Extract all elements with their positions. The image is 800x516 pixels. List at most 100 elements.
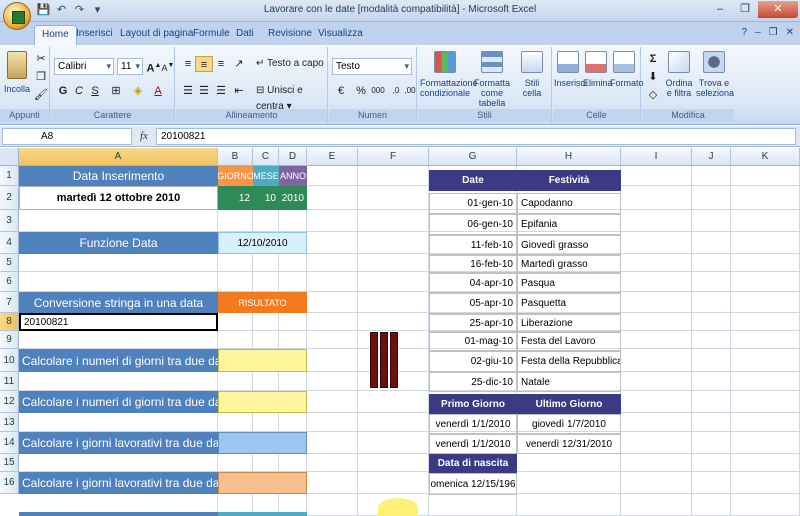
paste-button[interactable]: Incolla xyxy=(4,51,30,94)
row-header-4[interactable]: 4 xyxy=(0,232,19,254)
cell-b4[interactable]: 12/10/2010 xyxy=(218,232,307,254)
tab-visualizza[interactable]: Visualizza xyxy=(318,25,363,45)
cell-b17[interactable] xyxy=(218,512,307,516)
cell-styles-button[interactable]: Stili cella xyxy=(516,51,548,98)
cell-c1[interactable]: MESE xyxy=(253,166,279,186)
row-header-16[interactable]: 16 xyxy=(0,472,19,494)
column-header-b[interactable]: B xyxy=(218,148,253,166)
first-day-value-2[interactable]: venerdì 1/1/2010 xyxy=(429,434,517,454)
row-header-6[interactable]: 6 xyxy=(0,272,19,292)
row-header-15[interactable]: 15 xyxy=(0,454,19,472)
column-header-f[interactable]: F xyxy=(358,148,429,166)
cell-a8-selected[interactable]: 20100821 xyxy=(19,313,218,331)
row-header-12[interactable]: 12 xyxy=(0,391,19,413)
cell-b16[interactable] xyxy=(218,472,307,494)
cell-b12[interactable] xyxy=(218,391,307,413)
holiday-name-cell[interactable]: Festa della Repubblica xyxy=(517,351,621,372)
holiday-date-cell[interactable]: 01-mag-10 xyxy=(429,332,517,351)
tab-home[interactable]: Home xyxy=(34,25,77,45)
clear-icon[interactable]: ◇ xyxy=(644,87,662,103)
cut-icon[interactable]: ✂ xyxy=(32,51,50,67)
holiday-name-cell[interactable]: Capodanno xyxy=(517,193,621,214)
cell-a7[interactable]: Conversione stringa in una data xyxy=(19,292,218,313)
cell-a10[interactable]: Calcolare i numeri di giorni tra due dat… xyxy=(19,349,218,372)
cell-b14[interactable] xyxy=(218,432,307,454)
cell-d1[interactable]: ANNO xyxy=(279,166,307,186)
column-header-c[interactable]: C xyxy=(253,148,279,166)
orientation-icon[interactable]: ↗ xyxy=(230,56,248,72)
cell-b1[interactable]: GIORNO xyxy=(218,166,253,186)
align-right-icon[interactable]: ☰ xyxy=(212,83,230,99)
column-header-h[interactable]: H xyxy=(517,148,621,166)
name-box[interactable]: A8 xyxy=(2,128,132,145)
maximize-button[interactable]: ❐ xyxy=(733,1,757,18)
font-size-select[interactable]: 11 xyxy=(117,58,143,75)
autosum-icon[interactable]: Σ xyxy=(644,51,662,67)
column-header-i[interactable]: I xyxy=(621,148,692,166)
find-select-button[interactable]: Trova e seleziona xyxy=(696,51,734,98)
birth-date-value[interactable]: domenica 12/15/1968 xyxy=(429,473,517,495)
column-header-g[interactable]: G xyxy=(429,148,517,166)
number-format-select[interactable]: Testo xyxy=(332,58,412,75)
cell-a14[interactable]: Calcolare i giorni lavorativi tra due da… xyxy=(19,432,218,454)
holiday-name-cell[interactable]: Martedì grasso xyxy=(517,255,621,273)
row-header-9[interactable]: 9 xyxy=(0,331,19,349)
ribbon-restore-button[interactable]: ❐ xyxy=(769,27,778,38)
column-header-j[interactable]: J xyxy=(692,148,731,166)
ribbon-minimize-button[interactable]: – xyxy=(755,27,761,38)
office-button[interactable] xyxy=(3,2,31,30)
tab-inserisci[interactable]: Inserisci xyxy=(76,25,113,45)
column-header-k[interactable]: K xyxy=(731,148,800,166)
holiday-name-cell[interactable]: Giovedì grasso xyxy=(517,235,621,255)
currency-icon[interactable]: € xyxy=(332,83,350,99)
minimize-button[interactable]: – xyxy=(708,1,732,18)
help-icon[interactable]: ? xyxy=(742,27,748,38)
holiday-date-cell[interactable]: 06-gen-10 xyxy=(429,214,517,235)
holiday-date-cell[interactable]: 01-gen-10 xyxy=(429,193,517,214)
font-color-icon[interactable]: A xyxy=(149,83,167,99)
column-header-d[interactable]: D xyxy=(279,148,307,166)
tab-formule[interactable]: Formule xyxy=(193,25,230,45)
tab-revisione[interactable]: Revisione xyxy=(268,25,312,45)
copy-icon[interactable]: ❐ xyxy=(32,69,50,85)
align-middle-icon[interactable]: ≡ xyxy=(195,56,213,72)
holiday-date-cell[interactable]: 04-apr-10 xyxy=(429,273,517,293)
holiday-name-cell[interactable]: Pasquetta xyxy=(517,293,621,314)
select-all-corner[interactable] xyxy=(0,148,19,166)
holiday-date-cell[interactable]: 25-apr-10 xyxy=(429,314,517,332)
holiday-date-header[interactable]: Date xyxy=(429,170,517,191)
row-header-13[interactable]: 13 xyxy=(0,413,19,432)
row-header-14[interactable]: 14 xyxy=(0,432,19,454)
merge-center-button[interactable]: ⊟ Unisci e centra ▾ xyxy=(256,83,327,112)
format-as-table-button[interactable]: Formatta come tabella xyxy=(470,51,514,108)
row-header-5[interactable]: 5 xyxy=(0,254,19,272)
worksheet-grid[interactable]: ABCDEFGHIJK 1 2 3 4 5 6 7 8 9 10 11 12 13 14 15 16 Data… xyxy=(0,148,800,516)
ribbon-close-button[interactable]: ✕ xyxy=(786,27,794,38)
last-day-value-1[interactable]: giovedì 1/7/2010 xyxy=(517,414,621,434)
shrink-font-icon[interactable]: A▼ xyxy=(159,58,177,74)
holiday-date-cell[interactable]: 02-giu-10 xyxy=(429,351,517,372)
row-header-8[interactable]: 8 xyxy=(0,313,19,331)
cell-a2[interactable]: martedì 12 ottobre 2010 xyxy=(19,186,218,210)
decrease-decimal-icon[interactable]: ,00 xyxy=(401,83,419,99)
holiday-name-cell[interactable]: Festa del Lavoro xyxy=(517,332,621,351)
holiday-name-cell[interactable]: Natale xyxy=(517,372,621,392)
cell-a4[interactable]: Funzione Data xyxy=(19,232,218,254)
align-center-icon[interactable]: ☰ xyxy=(195,83,213,99)
cell-b2[interactable]: 12 xyxy=(218,186,253,210)
tab-dati[interactable]: Dati xyxy=(236,25,254,45)
format-painter-icon[interactable]: 🖌 xyxy=(32,87,50,103)
cell-b10[interactable] xyxy=(218,349,307,372)
thousands-icon[interactable]: 000 xyxy=(369,83,387,99)
fill-icon[interactable]: ⬇ xyxy=(644,69,662,85)
row-header-10[interactable]: 10 xyxy=(0,349,19,372)
holiday-name-cell[interactable]: Epifania xyxy=(517,214,621,235)
holiday-date-cell[interactable]: 16-feb-10 xyxy=(429,255,517,273)
insert-cells-button[interactable]: Inserisci xyxy=(554,51,587,88)
conditional-formatting-button[interactable]: Formattazione condizionale xyxy=(420,51,478,98)
holiday-date-cell[interactable]: 25-dic-10 xyxy=(429,372,517,392)
tab-layout[interactable]: Layout di pagina xyxy=(120,25,193,45)
cell-d2[interactable]: 2010 xyxy=(279,186,307,210)
insert-function-icon[interactable]: fx xyxy=(140,128,156,145)
close-button[interactable]: ✕ xyxy=(758,1,798,18)
